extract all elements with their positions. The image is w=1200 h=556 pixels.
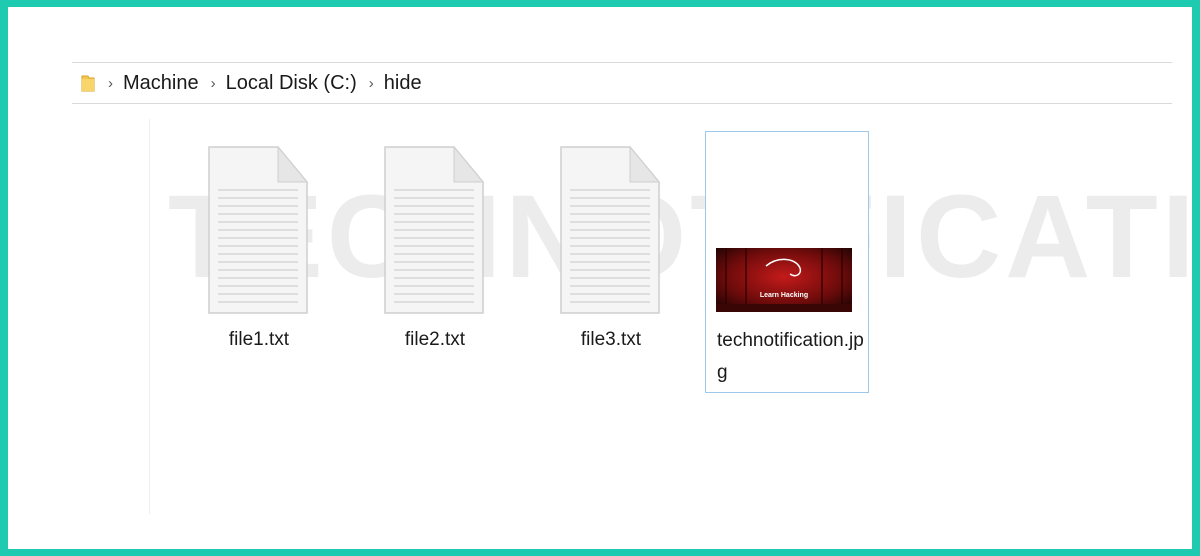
chevron-right-icon: › [210, 74, 216, 92]
explorer-window: TECHNOTIFICATION › Machine › Local Disk … [8, 7, 1192, 549]
file-name: file2.txt [404, 329, 466, 350]
folder-icon [80, 73, 96, 93]
address-bar[interactable]: › Machine › Local Disk (C:) › hide [72, 62, 1172, 104]
file-item-file2[interactable]: file2.txt [354, 132, 516, 392]
file-name: file3.txt [580, 329, 642, 350]
file-item-file1[interactable]: file1.txt [178, 132, 340, 392]
chevron-right-icon: › [108, 74, 113, 92]
chevron-right-icon: › [368, 74, 374, 92]
breadcrumb-local-disk[interactable]: Local Disk (C:) [226, 72, 357, 95]
image-thumbnail: Learn Hacking [716, 248, 852, 312]
text-document-icon [560, 146, 660, 314]
breadcrumb-hide[interactable]: hide [384, 72, 422, 95]
text-document-icon [208, 146, 308, 314]
file-item-file3[interactable]: file3.txt [530, 132, 692, 392]
thumbnail-caption: Learn Hacking [759, 292, 809, 299]
file-item-technotification-jpg[interactable]: Learn Hacking technotification.jpg [705, 131, 869, 393]
breadcrumb-machine[interactable]: Machine [123, 72, 199, 95]
file-name: technotification.jpg [717, 330, 864, 383]
file-name: file1.txt [228, 329, 290, 350]
text-document-icon [384, 146, 484, 314]
content-divider [149, 119, 150, 514]
